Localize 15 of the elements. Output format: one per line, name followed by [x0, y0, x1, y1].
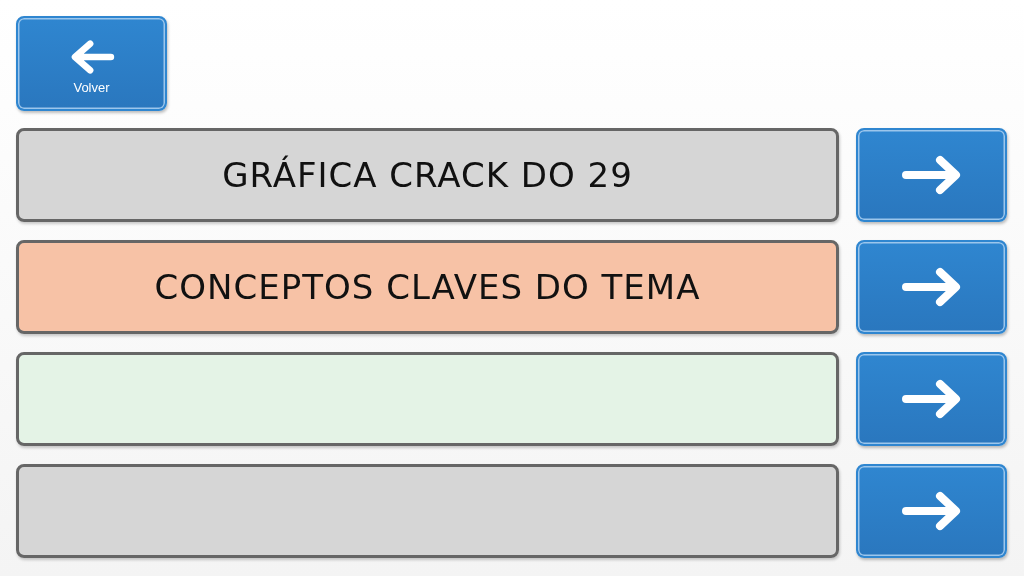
- menu-bar[interactable]: [16, 352, 839, 446]
- right-arrow-icon: [901, 491, 962, 531]
- forward-button[interactable]: [856, 240, 1007, 334]
- right-arrow-icon: [901, 379, 962, 419]
- menu-label: GRÁFICA CRACK DO 29: [222, 155, 633, 195]
- menu-bar[interactable]: [16, 464, 839, 558]
- menu-bar[interactable]: GRÁFICA CRACK DO 29: [16, 128, 839, 222]
- right-arrow-icon: [901, 267, 962, 307]
- menu-label: CONCEPTOS CLAVES DO TEMA: [154, 267, 701, 307]
- forward-button[interactable]: [856, 352, 1007, 446]
- back-button[interactable]: Volver: [16, 16, 167, 111]
- right-arrow-icon: [901, 155, 962, 195]
- menu-bar[interactable]: CONCEPTOS CLAVES DO TEMA: [16, 240, 839, 334]
- forward-button[interactable]: [856, 464, 1007, 558]
- forward-button[interactable]: [856, 128, 1007, 222]
